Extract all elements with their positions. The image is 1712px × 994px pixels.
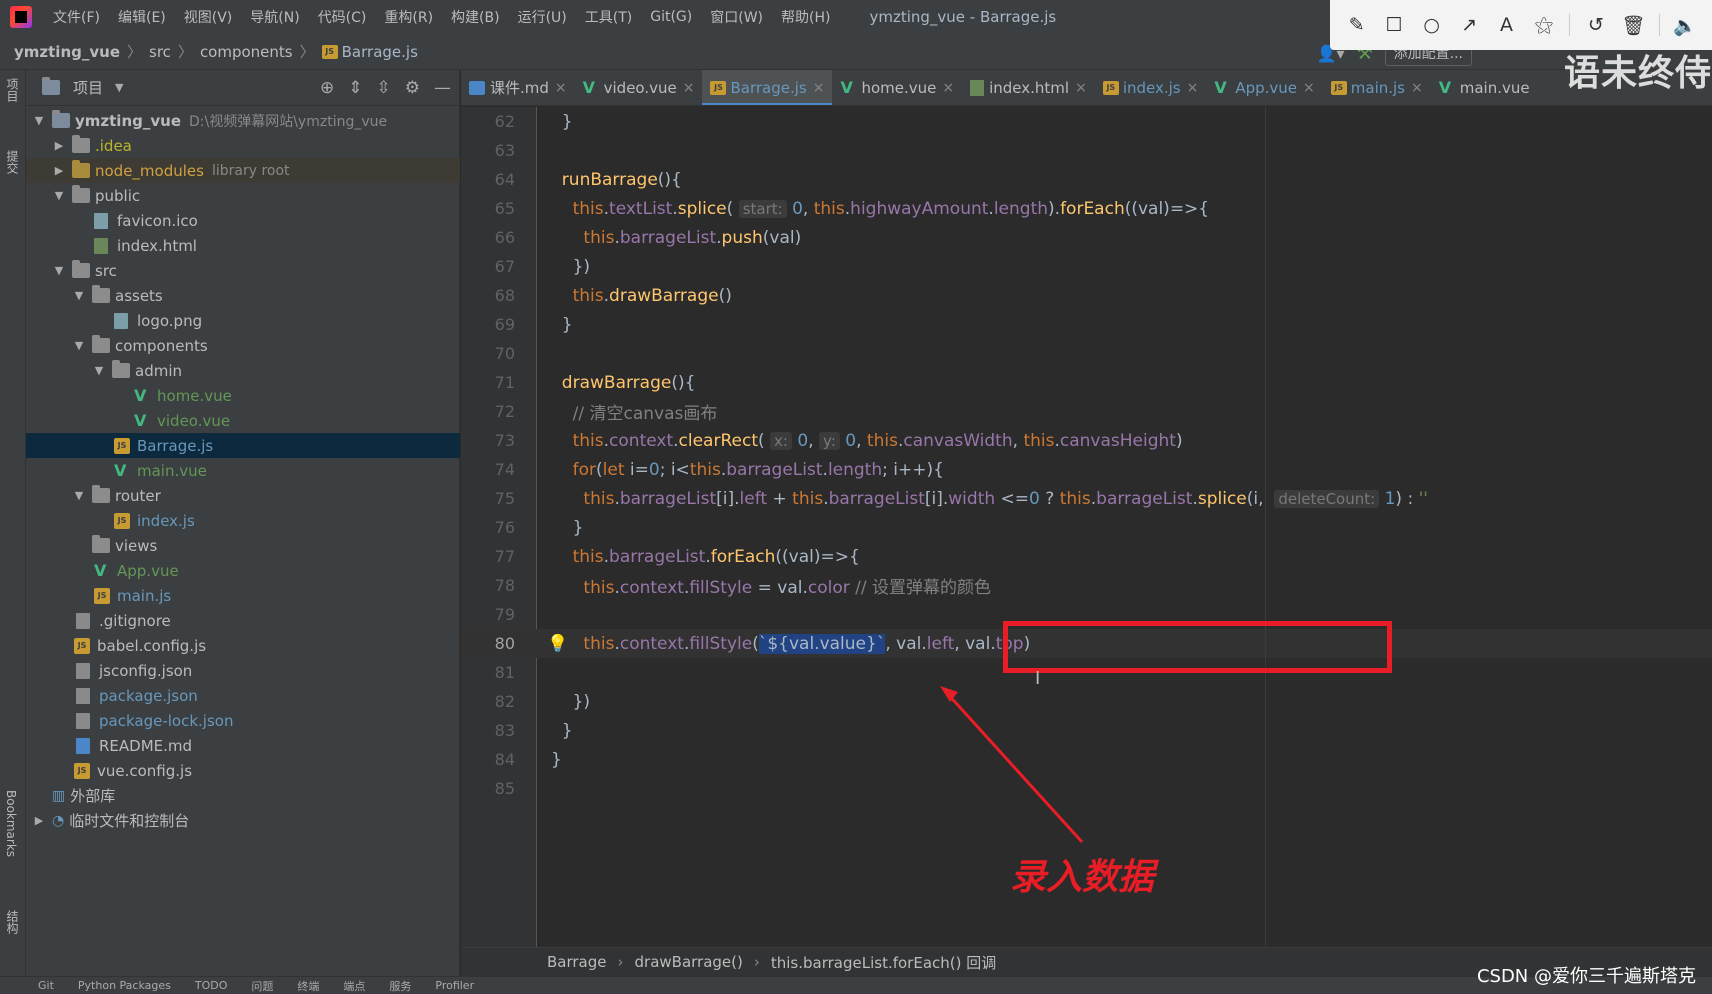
- trash-icon[interactable]: 🗑: [1621, 13, 1645, 37]
- toolbar-divider: [1569, 14, 1571, 36]
- annotation-toolbar: ✎ ☐ ○ ↗ A ⚝ ↺ 🗑 🔈: [1330, 0, 1712, 50]
- text-icon[interactable]: A: [1495, 13, 1519, 37]
- rectangle-icon[interactable]: ☐: [1382, 13, 1406, 37]
- toolbar-divider: [1658, 14, 1660, 36]
- circle-icon[interactable]: ○: [1420, 13, 1444, 37]
- video-subtitle-overlay: 语未终侍: [1563, 53, 1712, 94]
- arrow-icon[interactable]: ↗: [1457, 13, 1481, 37]
- csdn-watermark: CSDN @爱你三千遍斯塔克: [1476, 966, 1696, 987]
- red-annotation-arrow: [940, 686, 1084, 844]
- text-cursor-icon: I: [1035, 668, 1041, 689]
- speaker-icon[interactable]: 🔈: [1673, 13, 1697, 37]
- pencil-icon[interactable]: ✎: [1345, 13, 1369, 37]
- annotation-label: 录入数据: [1010, 857, 1155, 898]
- undo-icon[interactable]: ↺: [1584, 13, 1608, 37]
- magic-wand-icon[interactable]: ⚝: [1532, 13, 1556, 37]
